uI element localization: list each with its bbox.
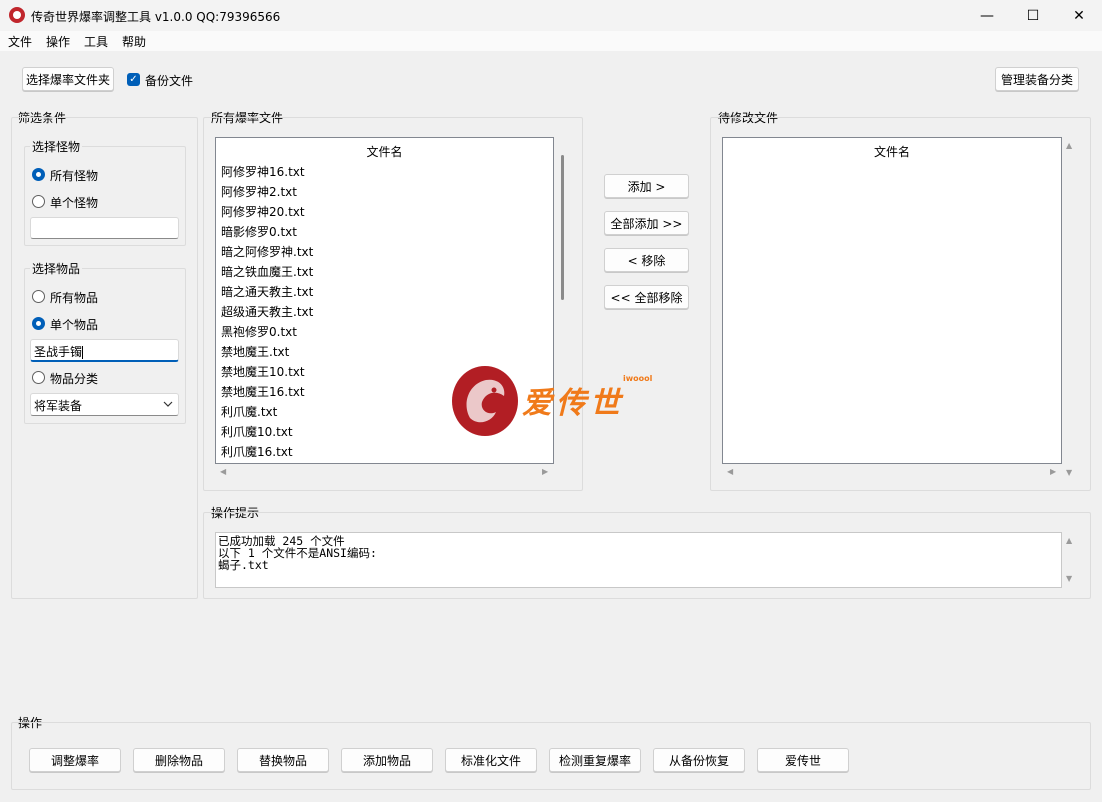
manage-equipment-button[interactable]: 管理装备分类 xyxy=(995,67,1079,91)
radio-single-monster[interactable] xyxy=(32,195,45,208)
add-button[interactable]: 添加 > xyxy=(604,174,689,198)
backup-label: 备份文件 xyxy=(145,74,194,88)
backup-checkbox[interactable]: ✓ xyxy=(127,73,140,86)
radio-all-monsters[interactable] xyxy=(32,168,45,181)
list-item[interactable]: 暗之铁血魔王.txt xyxy=(221,265,551,285)
minimize-icon: — xyxy=(980,7,994,24)
scroll-right-icon[interactable]: ▶ xyxy=(542,467,548,476)
list-item[interactable]: 阿修罗神20.txt xyxy=(221,205,551,225)
scroll-left-icon[interactable]: ◀ xyxy=(727,467,733,476)
replace-item-button[interactable]: 替换物品 xyxy=(237,748,329,772)
list-item[interactable]: 超级通天教主.txt xyxy=(221,305,551,325)
watermark-text: 爱传世 xyxy=(522,386,624,421)
delete-item-button[interactable]: 删除物品 xyxy=(133,748,225,772)
menu-help[interactable]: 帮助 xyxy=(122,33,146,50)
adjust-rate-button[interactable]: 调整爆率 xyxy=(29,748,121,772)
log-text: 已成功加载 245 个文件 以下 1 个文件不是ANSI编码: 蝎子.txt xyxy=(218,534,377,572)
app-icon xyxy=(9,7,25,23)
scroll-down-icon[interactable]: ▼ xyxy=(1066,574,1072,583)
list-item[interactable]: 暗影修罗0.txt xyxy=(221,225,551,245)
maximize-button[interactable]: ☐ xyxy=(1010,0,1056,31)
aichuanshi-button[interactable]: 爱传世 xyxy=(757,748,849,772)
all-monsters-label: 所有怪物 xyxy=(50,169,99,183)
scroll-left-icon[interactable]: ◀ xyxy=(220,467,226,476)
scroll-up-icon[interactable]: ▲ xyxy=(1066,536,1072,545)
scroll-right-icon[interactable]: ▶ xyxy=(1050,467,1056,476)
item-input-value: 圣战手镯 xyxy=(34,345,83,359)
pending-files-header: 文件名 xyxy=(873,145,910,159)
file-list-scrollbar[interactable] xyxy=(561,155,564,300)
remove-button[interactable]: < 移除 xyxy=(604,248,689,272)
menu-file[interactable]: 文件 xyxy=(8,33,32,50)
category-value: 将军装备 xyxy=(34,399,83,413)
menu-tools[interactable]: 工具 xyxy=(84,33,108,50)
all-files-header: 文件名 xyxy=(366,145,403,159)
single-monster-label: 单个怪物 xyxy=(50,196,99,210)
pending-files-list[interactable]: 文件名 xyxy=(722,137,1062,464)
watermark-tag: iwoool xyxy=(623,374,653,383)
list-item[interactable]: 黑袍修罗0.txt xyxy=(221,325,551,345)
list-item[interactable]: 阿修罗神16.txt xyxy=(221,165,551,185)
chevron-down-icon xyxy=(163,401,173,407)
list-item[interactable]: 阿修罗神2.txt xyxy=(221,185,551,205)
scroll-down-icon[interactable]: ▼ xyxy=(1066,468,1072,477)
item-group-title: 选择物品 xyxy=(30,260,83,277)
text-cursor xyxy=(82,346,84,359)
radio-item-category[interactable] xyxy=(32,371,45,384)
list-item[interactable]: 禁地魔王.txt xyxy=(221,345,551,365)
standardize-file-button[interactable]: 标准化文件 xyxy=(445,748,537,772)
item-input[interactable]: 圣战手镯 xyxy=(30,339,179,362)
close-icon: ✕ xyxy=(1073,7,1085,24)
list-item[interactable]: 暗之阿修罗神.txt xyxy=(221,245,551,265)
add-item-button[interactable]: 添加物品 xyxy=(341,748,433,772)
scroll-up-icon[interactable]: ▲ xyxy=(1066,141,1072,150)
select-folder-button[interactable]: 选择爆率文件夹 xyxy=(22,67,114,91)
monster-group-title: 选择怪物 xyxy=(30,138,83,155)
single-item-label: 单个物品 xyxy=(50,318,99,332)
log-textarea[interactable]: 已成功加载 245 个文件 以下 1 个文件不是ANSI编码: 蝎子.txt xyxy=(215,532,1062,588)
remove-all-button[interactable]: << 全部移除 xyxy=(604,285,689,309)
all-items-label: 所有物品 xyxy=(50,291,99,305)
window-title: 传奇世界爆率调整工具 v1.0.0 QQ:79396566 xyxy=(31,10,281,24)
radio-all-items[interactable] xyxy=(32,290,45,303)
radio-single-item[interactable] xyxy=(32,317,45,330)
dragon-logo-icon xyxy=(452,366,518,436)
menu-bar xyxy=(0,31,1102,51)
item-category-label: 物品分类 xyxy=(50,372,99,386)
category-dropdown[interactable]: 将军装备 xyxy=(30,393,179,416)
menu-operation[interactable]: 操作 xyxy=(46,33,70,50)
detect-duplicate-button[interactable]: 检测重复爆率 xyxy=(549,748,641,772)
minimize-button[interactable]: — xyxy=(964,0,1010,31)
monster-input[interactable] xyxy=(30,217,179,239)
list-item[interactable]: 利爪魔16.txt xyxy=(221,445,551,463)
restore-backup-button[interactable]: 从备份恢复 xyxy=(653,748,745,772)
add-all-button[interactable]: 全部添加 >> xyxy=(604,211,689,235)
maximize-icon: ☐ xyxy=(1026,7,1040,24)
list-item[interactable]: 暗之通天教主.txt xyxy=(221,285,551,305)
close-button[interactable]: ✕ xyxy=(1056,0,1102,31)
